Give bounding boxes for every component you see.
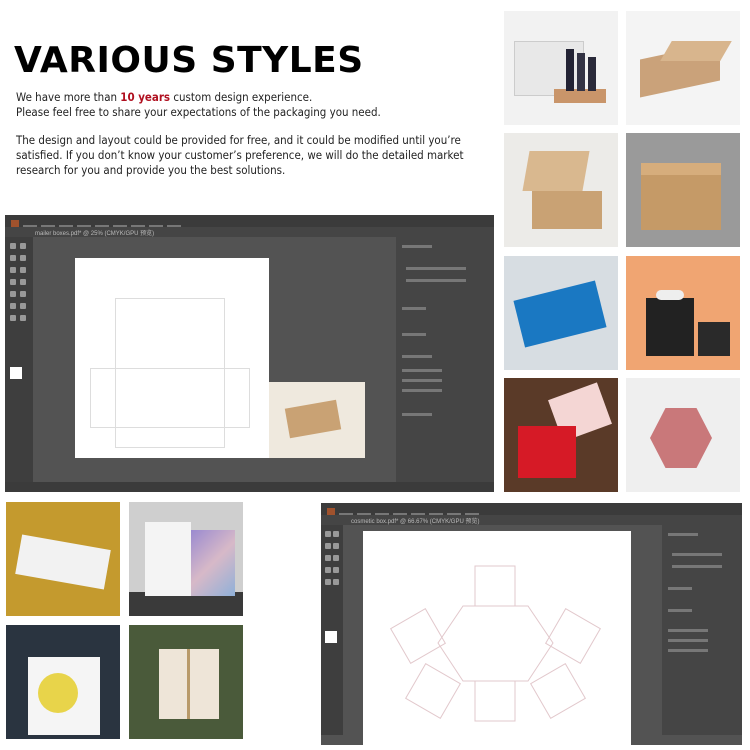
menu-bar[interactable] — [5, 215, 494, 228]
photo-white-box-bottles — [504, 11, 618, 125]
photo-kraft-folding-box — [626, 11, 740, 125]
photo-christmas-box — [129, 625, 243, 739]
photo-paper-bag — [6, 625, 120, 739]
toolbar[interactable] — [5, 237, 33, 482]
document-tab[interactable]: mailer boxes.pdf* @ 25% (CMYK/GPU 预览) — [5, 227, 494, 237]
box-preview-photo — [269, 382, 365, 458]
photo-black-gift-boxes — [626, 256, 740, 370]
photo-blue-box — [504, 256, 618, 370]
intro-paragraph: The design and layout could be provided … — [16, 134, 464, 177]
highlight-years: 10 years — [120, 91, 171, 104]
photo-kraft-shipping-box — [626, 133, 740, 247]
intro-text: custom design experience. — [170, 91, 313, 104]
photo-white-drawer-box — [6, 502, 120, 616]
intro-text: We have more than — [16, 91, 121, 104]
illustrator-window-1: mailer boxes.pdf* @ 25% (CMYK/GPU 预览) — [5, 215, 494, 492]
illustrator-window-2: cosmetic box.pdf* @ 66.67% (CMYK/GPU 预览) — [321, 503, 742, 745]
document-tab-label: mailer boxes.pdf* @ 25% (CMYK/GPU 预览) — [35, 231, 155, 237]
toolbar[interactable] — [321, 525, 343, 735]
artboard[interactable] — [363, 531, 631, 745]
photo-hexagonal-box — [626, 378, 740, 492]
photo-red-gift-box — [504, 378, 618, 492]
hexagon-dieline — [389, 565, 602, 722]
photo-open-mailer-box — [504, 133, 618, 247]
page-title: VARIOUS STYLES — [14, 40, 364, 81]
artboard[interactable] — [75, 258, 269, 458]
menu-bar[interactable] — [321, 503, 742, 516]
document-tab-label: cosmetic box.pdf* @ 66.67% (CMYK/GPU 预览) — [351, 519, 480, 525]
photo-folding-presentation-box — [129, 502, 243, 616]
properties-panel[interactable] — [662, 525, 742, 735]
document-tab[interactable]: cosmetic box.pdf* @ 66.67% (CMYK/GPU 预览) — [321, 515, 742, 525]
intro-line-1: We have more than 10 years custom design… — [16, 90, 312, 105]
status-bar — [5, 482, 494, 492]
properties-panel[interactable] — [396, 237, 494, 482]
intro-line-2: Please feel free to share your expectati… — [16, 106, 381, 119]
